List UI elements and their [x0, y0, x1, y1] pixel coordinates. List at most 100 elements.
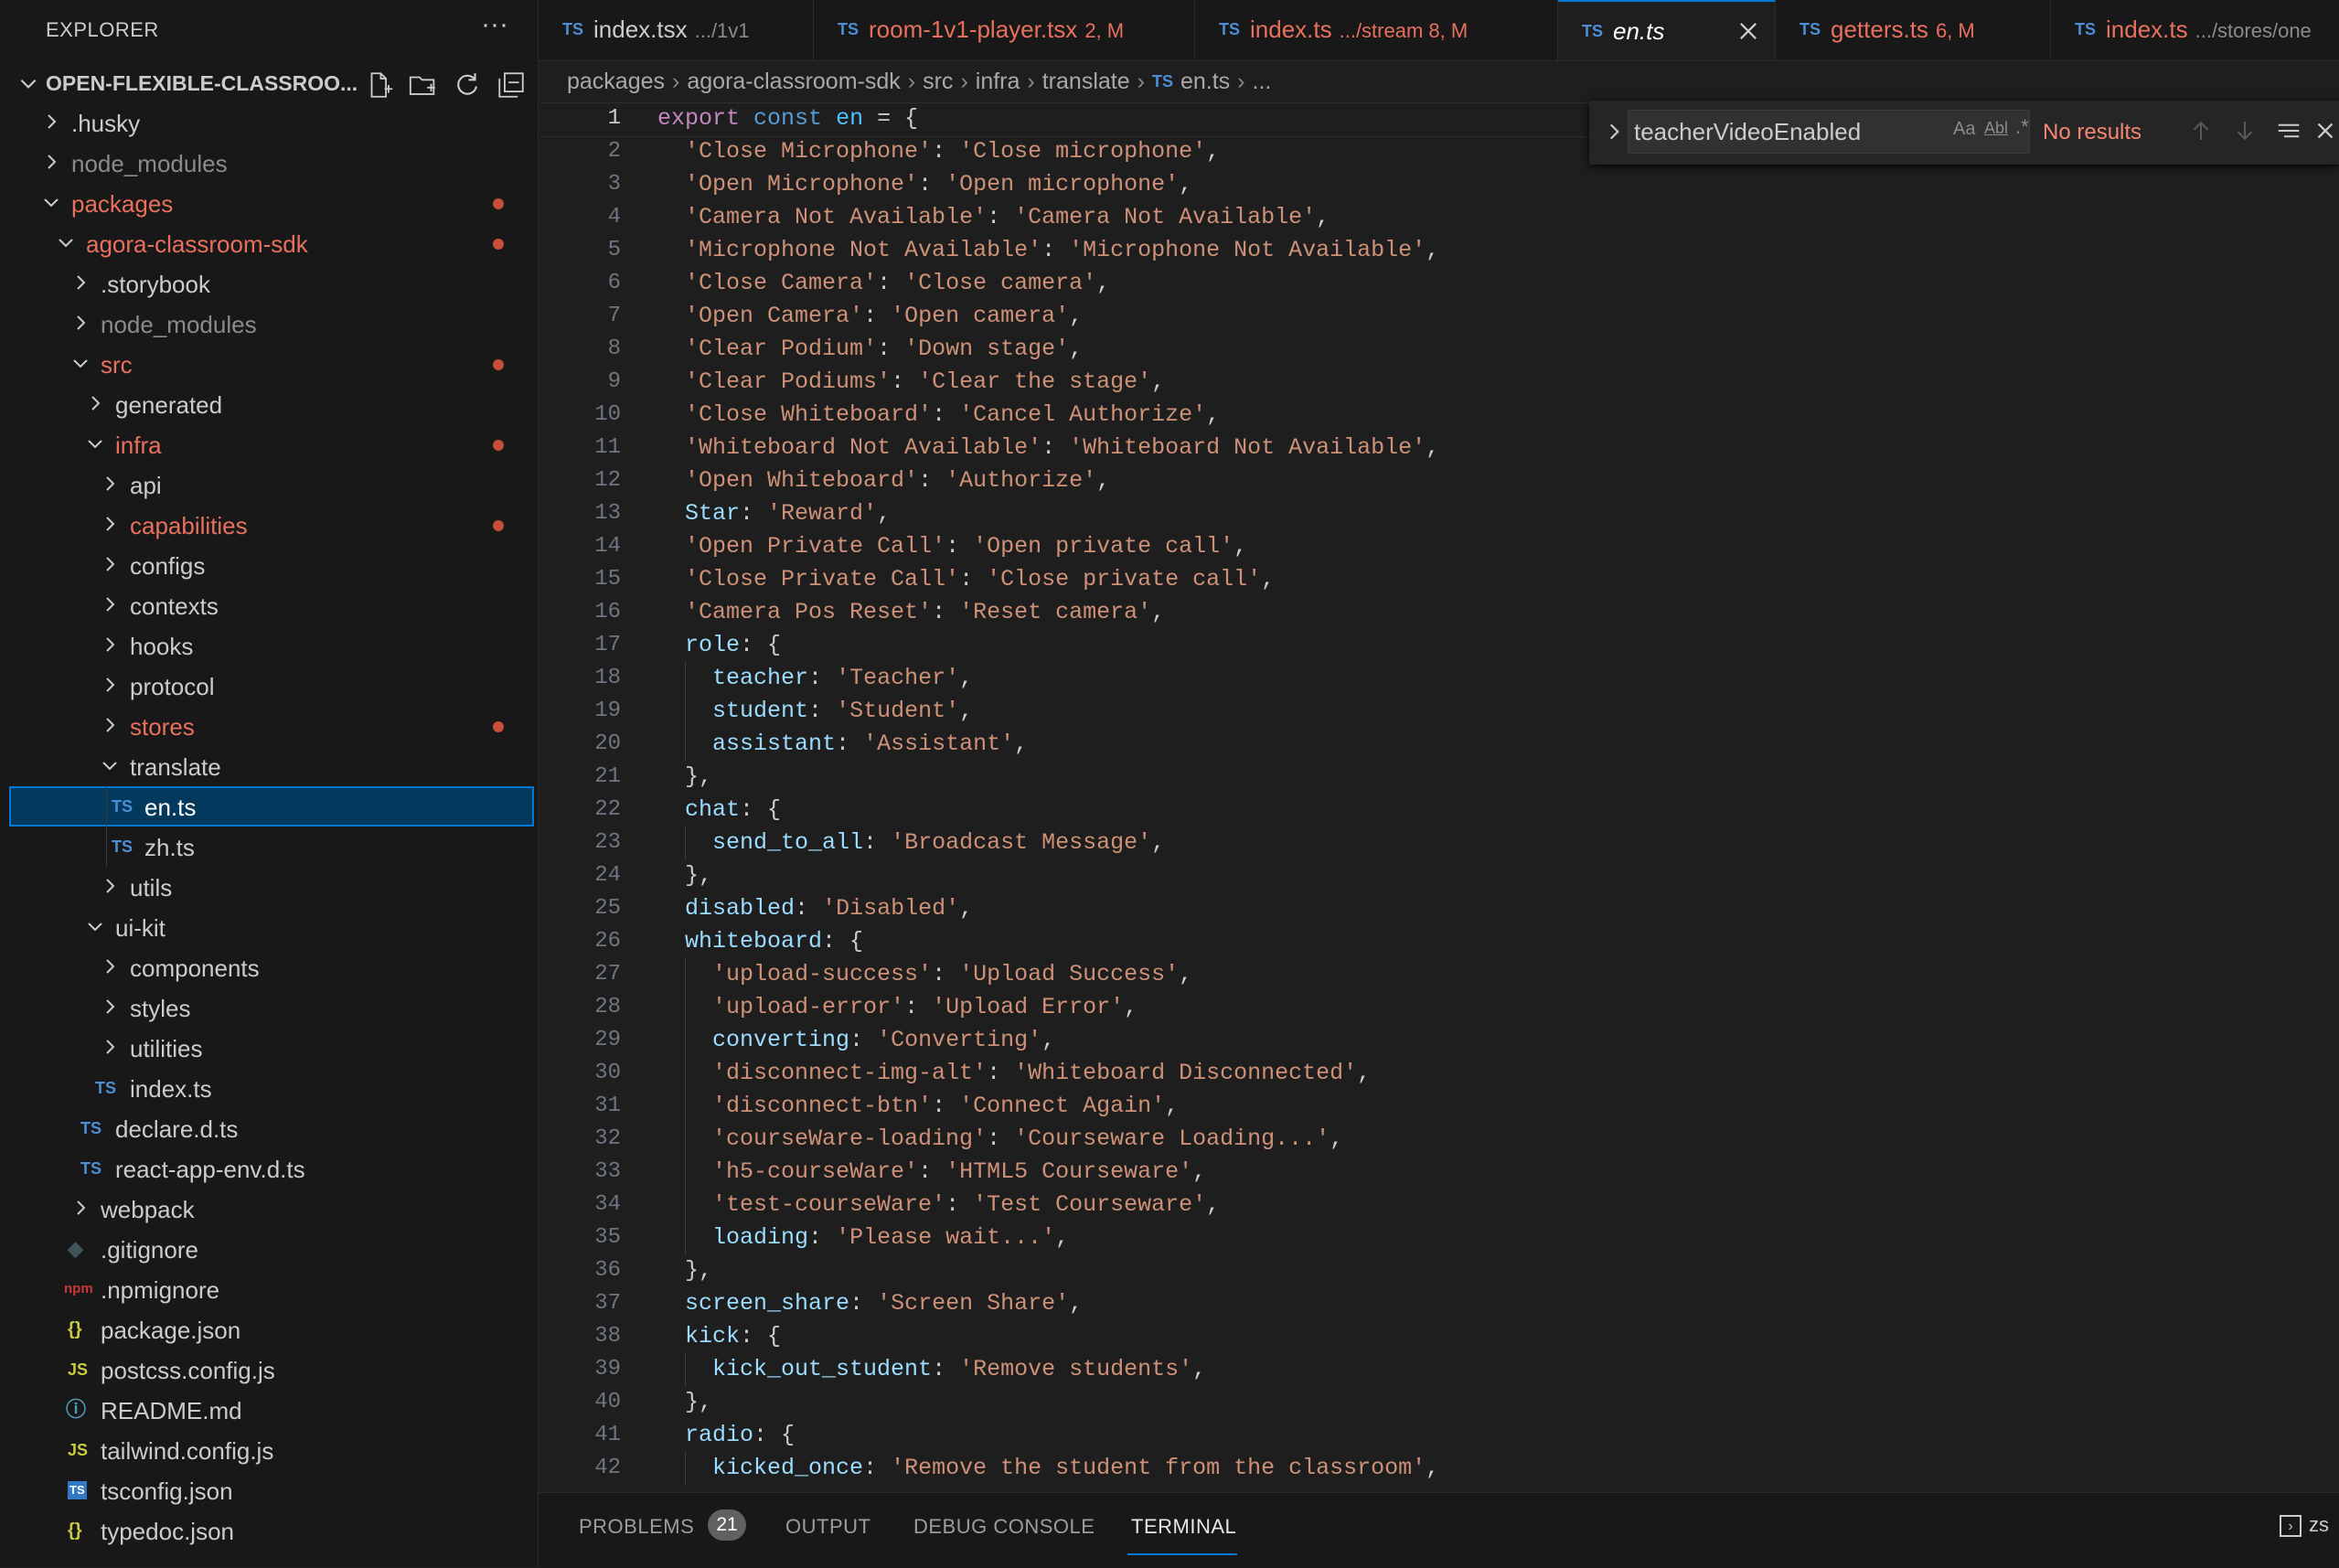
code-line[interactable]: 'Close Private Call': 'Close private cal…	[657, 563, 1439, 596]
breadcrumb-item[interactable]: en.ts	[1180, 69, 1230, 94]
breadcrumb-item[interactable]: src	[923, 69, 953, 94]
code-line[interactable]: },	[657, 761, 1439, 794]
code-content[interactable]: export const en = { 'Close Microphone': …	[539, 102, 1593, 1485]
tab-en-ts[interactable]: TS en.ts	[1558, 0, 1776, 60]
code-line[interactable]: 'Open Camera': 'Open camera',	[657, 300, 1439, 333]
tree-item-storybook[interactable]: .storybook	[0, 263, 538, 304]
refresh-icon[interactable]	[452, 69, 483, 101]
code-line[interactable]: loading: 'Please wait...',	[657, 1221, 1439, 1254]
code-line[interactable]: 'Close Whiteboard': 'Cancel Authorize',	[657, 399, 1439, 432]
tree-item-en-ts[interactable]: TS en.ts	[9, 786, 534, 827]
code-line[interactable]: 'Close Microphone': 'Close microphone',	[657, 135, 1439, 168]
code-line[interactable]: teacher: 'Teacher',	[657, 662, 1439, 695]
breadcrumb-item[interactable]: packages	[567, 69, 665, 94]
code-line[interactable]: 'disconnect-img-alt': 'Whiteboard Discon…	[657, 1057, 1439, 1090]
code-line[interactable]: 'Clear Podium': 'Down stage',	[657, 333, 1439, 366]
tree-item-src[interactable]: src	[0, 344, 538, 384]
code-editor[interactable]: 1 2 3 4 5 6 7 8 9 10 11 12 13 14 15 16 17 18 19 20 21 22 23 24 2…	[539, 102, 2339, 1492]
code-line[interactable]: radio: {	[657, 1419, 1439, 1452]
new-file-icon[interactable]	[364, 69, 395, 101]
code-line[interactable]: },	[657, 1386, 1439, 1419]
collapse-all-icon[interactable]	[496, 69, 527, 101]
code-line[interactable]: 'upload-success': 'Upload Success',	[657, 958, 1439, 991]
tree-item-tailwind-config-js[interactable]: JS tailwind.config.js	[0, 1430, 538, 1470]
tab-index-tsx[interactable]: TS index.tsx .../1v1	[539, 0, 814, 60]
code-line[interactable]: 'Open Private Call': 'Open private call'…	[657, 530, 1439, 563]
tab-getters-ts[interactable]: TS getters.ts 6, M	[1776, 0, 2051, 60]
code-line[interactable]: 'Open Microphone': 'Open microphone',	[657, 168, 1439, 201]
breadcrumb-item[interactable]: agora-classroom-sdk	[687, 69, 900, 94]
tree-item-utilities[interactable]: utilities	[0, 1028, 538, 1068]
code-line[interactable]: },	[657, 859, 1439, 892]
code-line[interactable]: kicked_once: 'Remove the student from th…	[657, 1452, 1439, 1485]
panel-tab-output[interactable]: OUTPUT	[785, 1515, 870, 1539]
tree-item-stores[interactable]: stores	[0, 706, 538, 746]
tree-item-node-modules[interactable]: node_modules	[0, 143, 538, 183]
tree-item-husky[interactable]: .husky	[0, 102, 538, 143]
tree-item-generated[interactable]: generated	[0, 384, 538, 424]
code-line[interactable]: assistant: 'Assistant',	[657, 728, 1439, 761]
tree-item-npmignore[interactable]: npm .npmignore	[0, 1269, 538, 1309]
code-line[interactable]: disabled: 'Disabled',	[657, 892, 1439, 925]
tree-item-package-json[interactable]: {} package.json	[0, 1309, 538, 1349]
tree-item-api[interactable]: api	[0, 464, 538, 505]
regex-toggle[interactable]: .*	[2015, 115, 2029, 139]
tree-item-postcss-config-js[interactable]: JS postcss.config.js	[0, 1349, 538, 1390]
panel-tab-terminal[interactable]: TERMINAL	[1131, 1515, 1236, 1539]
code-line[interactable]: 'courseWare-loading': 'Courseware Loadin…	[657, 1123, 1439, 1156]
code-line[interactable]: send_to_all: 'Broadcast Message',	[657, 827, 1439, 859]
tree-item-agora-classroom-sdk[interactable]: agora-classroom-sdk	[0, 223, 538, 263]
panel-tab-debug-console[interactable]: DEBUG CONSOLE	[913, 1515, 1095, 1539]
workspace-root-folder[interactable]: OPEN-FLEXIBLE-CLASSROO...	[0, 64, 538, 102]
breadcrumb-item[interactable]: translate	[1042, 69, 1130, 94]
code-line[interactable]: whiteboard: {	[657, 925, 1439, 958]
match-case-toggle[interactable]: Aa	[1953, 119, 1975, 140]
tree-item-capabilities[interactable]: capabilities	[0, 505, 538, 545]
tree-item-components[interactable]: components	[0, 947, 538, 987]
next-match-icon[interactable]	[2231, 117, 2259, 144]
code-line[interactable]: 'Camera Not Available': 'Camera Not Avai…	[657, 201, 1439, 234]
tree-item-contexts[interactable]: contexts	[0, 585, 538, 625]
find-in-selection-icon[interactable]	[2275, 117, 2302, 144]
code-line[interactable]: 'test-courseWare': 'Test Courseware',	[657, 1189, 1439, 1221]
tree-item-gitignore[interactable]: ◆ .gitignore	[0, 1229, 538, 1269]
code-line[interactable]: export const en = {	[539, 102, 1593, 137]
code-line[interactable]: 'upload-error': 'Upload Error',	[657, 991, 1439, 1024]
code-line[interactable]: kick_out_student: 'Remove students',	[657, 1353, 1439, 1386]
more-actions-icon[interactable]: ···	[481, 11, 508, 38]
new-folder-icon[interactable]	[408, 69, 439, 101]
tree-item-webpack[interactable]: webpack	[0, 1189, 538, 1229]
tab-room-1v1-player-tsx[interactable]: TS room-1v1-player.tsx 2, M	[814, 0, 1195, 60]
tree-item-infra[interactable]: infra	[0, 424, 538, 464]
code-line[interactable]: 'Camera Pos Reset': 'Reset camera',	[657, 596, 1439, 629]
chevron-right-icon[interactable]	[1602, 119, 1626, 144]
tree-item-tsconfig-json[interactable]: TS tsconfig.json	[0, 1470, 538, 1510]
tab-index-ts-stores[interactable]: TS index.ts .../stores/one	[2051, 0, 2339, 60]
code-line[interactable]: converting: 'Converting',	[657, 1024, 1439, 1057]
tree-item-readme-md[interactable]: ⓘ README.md	[0, 1390, 538, 1430]
previous-match-icon[interactable]	[2187, 117, 2215, 144]
code-line[interactable]: 'Whiteboard Not Available': 'Whiteboard …	[657, 432, 1439, 464]
panel-tab-problems[interactable]: PROBLEMS	[579, 1515, 694, 1539]
tree-item-translate[interactable]: translate	[0, 746, 538, 786]
tree-item-hooks[interactable]: hooks	[0, 625, 538, 666]
tree-item-protocol[interactable]: protocol	[0, 666, 538, 706]
tree-item-zh-ts[interactable]: TS zh.ts	[0, 827, 538, 867]
tree-item-styles[interactable]: styles	[0, 987, 538, 1028]
breadcrumb-item[interactable]: ...	[1253, 69, 1272, 94]
code-line[interactable]: 'Close Camera': 'Close camera',	[657, 267, 1439, 300]
tab-index-ts-stream[interactable]: TS index.ts .../stream 8, M	[1195, 0, 1558, 60]
code-line[interactable]: student: 'Student',	[657, 695, 1439, 728]
tree-item-node-modules[interactable]: node_modules	[0, 304, 538, 344]
terminal-shell-label[interactable]: › zs	[2280, 1513, 2329, 1538]
tree-item-declare-d-ts[interactable]: TS declare.d.ts	[0, 1108, 538, 1148]
code-line[interactable]: },	[657, 1254, 1439, 1287]
code-line[interactable]: kick: {	[657, 1320, 1439, 1353]
code-line[interactable]: 'Clear Podiums': 'Clear the stage',	[657, 366, 1439, 399]
tree-item-index-ts[interactable]: TS index.ts	[0, 1068, 538, 1108]
code-line[interactable]: 'h5-courseWare': 'HTML5 Courseware',	[657, 1156, 1439, 1189]
tree-item-ui-kit[interactable]: ui-kit	[0, 907, 538, 947]
whole-word-toggle[interactable]: Abl	[1984, 119, 2008, 138]
tree-item-configs[interactable]: configs	[0, 545, 538, 585]
code-line[interactable]: screen_share: 'Screen Share',	[657, 1287, 1439, 1320]
